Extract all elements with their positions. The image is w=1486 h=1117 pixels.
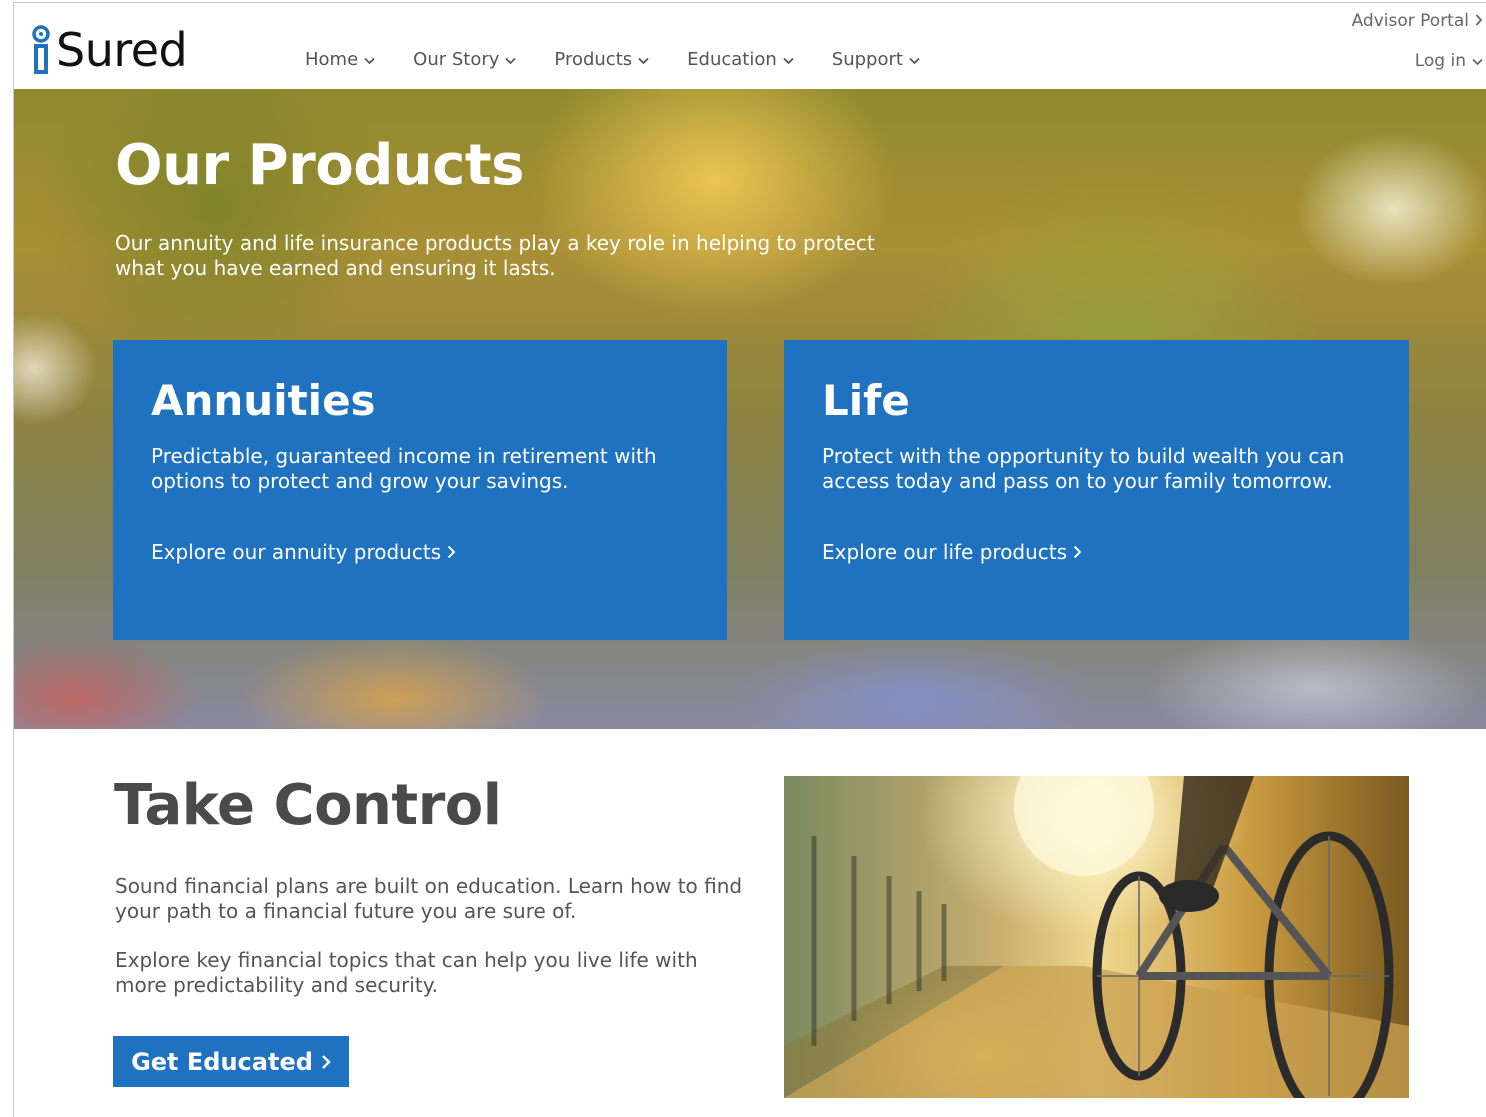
annuities-card: Annuities Predictable, guaranteed income… [113,340,727,640]
nav-item-support[interactable]: Support [832,49,920,70]
logo-i-mark-icon [30,25,52,75]
chevron-right-icon [1073,540,1082,564]
chevron-down-icon [909,49,920,70]
brand-name: Sured [56,23,188,77]
card-link-label: Explore our life products [822,540,1068,564]
nav-item-home[interactable]: Home [305,49,375,70]
bicycle-photo [784,776,1409,1098]
nav-item-label: Home [305,49,359,70]
advisor-portal-label: Advisor Portal [1351,11,1469,31]
login-label: Log in [1414,51,1466,71]
chevron-down-icon [364,49,375,70]
nav-item-education[interactable]: Education [687,49,794,70]
nav-item-label: Our Story [413,49,500,70]
site-logo[interactable]: Sured [30,19,188,77]
take-control-paragraph: Sound financial plans are built on educa… [115,874,743,923]
take-control-paragraph: Explore key financial topics that can he… [115,948,698,997]
site-header: Sured Home Our Story Products Education … [14,3,1486,89]
main-nav: Home Our Story Products Education Suppor… [305,49,958,70]
card-body: Protect with the opportunity to build we… [822,444,1345,493]
chevron-right-icon [321,1048,331,1076]
browser-page: Sured Home Our Story Products Education … [13,2,1486,1117]
card-title: Life [822,376,910,425]
life-card: Life Protect with the opportunity to bui… [784,340,1409,640]
nav-item-label: Products [554,49,633,70]
chevron-down-icon [1472,51,1483,71]
card-title: Annuities [151,376,376,425]
take-control-title: Take Control [114,773,502,838]
nav-item-our-story[interactable]: Our Story [413,49,517,70]
bicycle-illustration [784,776,1409,1098]
hero-title: Our Products [115,133,524,198]
nav-item-products[interactable]: Products [554,49,649,70]
chevron-down-icon [638,49,649,70]
cta-label: Get Educated [131,1047,313,1076]
explore-annuity-products-link[interactable]: Explore our annuity products [151,540,456,564]
chevron-right-icon [447,540,456,564]
nav-item-label: Education [687,49,777,70]
nav-item-label: Support [831,49,903,70]
get-educated-button[interactable]: Get Educated [113,1036,349,1087]
chevron-right-icon [1475,11,1483,31]
hero-banner: Our Products Our annuity and life insura… [14,89,1486,729]
advisor-portal-link[interactable]: Advisor Portal [1352,11,1483,31]
hero-subtitle: Our annuity and life insurance products … [115,231,875,280]
chevron-down-icon [783,49,794,70]
login-dropdown[interactable]: Log in [1415,51,1483,71]
explore-life-products-link[interactable]: Explore our life products [822,540,1082,564]
card-body: Predictable, guaranteed income in retire… [151,444,657,493]
chevron-down-icon [505,49,517,70]
card-link-label: Explore our annuity products [151,540,442,564]
